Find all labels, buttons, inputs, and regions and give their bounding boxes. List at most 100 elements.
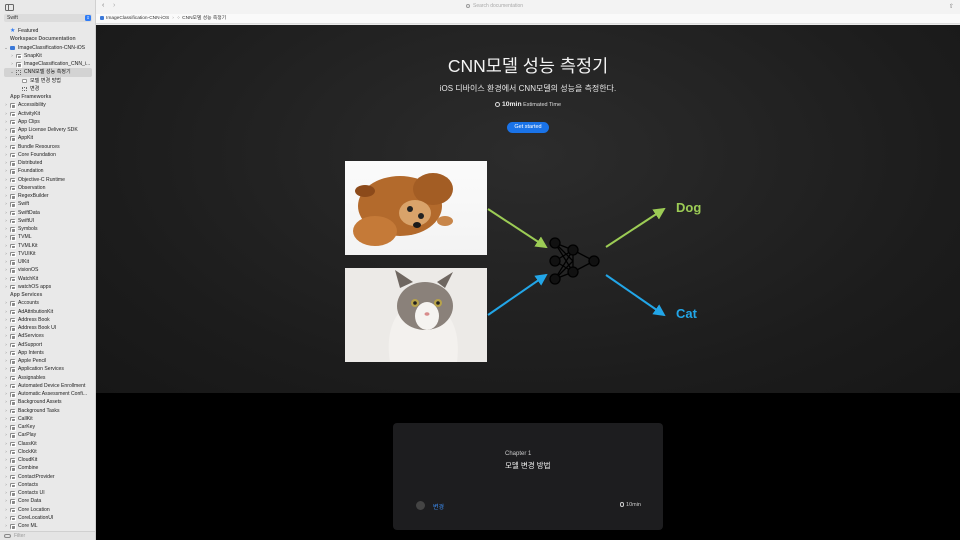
sidebar-toggle-icon[interactable] (5, 4, 14, 11)
chevron-right-icon[interactable]: › (4, 242, 8, 250)
sidebar-item-workspace[interactable]: ⌄ ImageClassification-CNN-iOS (0, 44, 95, 52)
chevron-right-icon[interactable]: › (4, 217, 8, 225)
chevron-right-icon[interactable]: › (4, 390, 8, 398)
sidebar-item-framework[interactable]: › TVMLKit (0, 242, 95, 250)
chevron-right-icon[interactable]: › (4, 398, 8, 406)
chevron-down-icon[interactable]: ⌄ (10, 68, 14, 76)
chevron-right-icon[interactable]: › (4, 382, 8, 390)
sidebar-item-service[interactable]: › Address Book (0, 316, 95, 324)
sidebar-item-service[interactable]: › Automated Device Enrollment (0, 382, 95, 390)
chevron-right-icon[interactable]: › (4, 506, 8, 514)
sidebar-item-workspace[interactable]: ⌄ CNN모델 성능 측정기 (4, 68, 92, 77)
chevron-right-icon[interactable]: › (4, 110, 8, 118)
breadcrumb-page[interactable]: CNN모델 성능 측정기 (182, 16, 226, 21)
chevron-right-icon[interactable]: › (4, 126, 8, 134)
sidebar-item-service[interactable]: › App Intents (0, 349, 95, 357)
chevron-right-icon[interactable]: › (4, 308, 8, 316)
chevron-right-icon[interactable]: › (4, 316, 8, 324)
chevron-right-icon[interactable]: › (4, 233, 8, 241)
chevron-right-icon[interactable]: › (4, 522, 8, 530)
sidebar-item-framework[interactable]: › TVUIKit (0, 250, 95, 258)
sidebar-item-service[interactable]: › CloudKit (0, 456, 95, 464)
sidebar-item-framework[interactable]: › Foundation (0, 167, 95, 175)
chapter-card[interactable]: Chapter 1 모델 변경 방법 변경 10min (393, 423, 663, 530)
sidebar-item-framework[interactable]: › AppKit (0, 134, 95, 142)
chevron-right-icon[interactable]: › (4, 341, 8, 349)
chevron-right-icon[interactable]: › (10, 52, 14, 60)
sidebar-item-service[interactable]: › Background Tasks (0, 407, 95, 415)
sidebar-item-service[interactable]: › ClassKit (0, 440, 95, 448)
chevron-right-icon[interactable]: › (4, 473, 8, 481)
chevron-right-icon[interactable]: › (4, 118, 8, 126)
chevron-right-icon[interactable]: › (4, 167, 8, 175)
sidebar-item-framework[interactable]: › WatchKit (0, 275, 95, 283)
chevron-right-icon[interactable]: › (4, 481, 8, 489)
sidebar-item-workspace[interactable]: 모델 변경 방법 (0, 77, 95, 85)
chevron-right-icon[interactable]: › (4, 440, 8, 448)
sidebar-item-service[interactable]: › Contacts UI (0, 489, 95, 497)
sidebar-item-framework[interactable]: › Swift (0, 200, 95, 208)
chevron-right-icon[interactable]: › (4, 448, 8, 456)
chevron-right-icon[interactable]: › (4, 266, 8, 274)
chevron-right-icon[interactable]: › (4, 299, 8, 307)
chevron-right-icon[interactable]: › (4, 258, 8, 266)
sidebar-item-service[interactable]: › Address Book UI (0, 324, 95, 332)
sidebar-item-workspace[interactable]: 변경 (0, 85, 95, 93)
sidebar-item-service[interactable]: › CallKit (0, 415, 95, 423)
chevron-right-icon[interactable]: › (4, 250, 8, 258)
sidebar-item-framework[interactable]: › App Clips (0, 118, 95, 126)
chevron-right-icon[interactable]: › (4, 464, 8, 472)
forward-button[interactable]: › (113, 2, 115, 9)
chevron-right-icon[interactable]: › (4, 324, 8, 332)
chevron-right-icon[interactable]: › (4, 192, 8, 200)
sidebar-item-service[interactable]: › AdAttributionKit (0, 308, 95, 316)
sidebar-item-service[interactable]: › AdSupport (0, 341, 95, 349)
sidebar-item-framework[interactable]: › ActivityKit (0, 110, 95, 118)
chevron-updown-icon[interactable]: ⇕ (85, 15, 91, 21)
sidebar-item-service[interactable]: › Background Assets (0, 398, 95, 406)
chevron-right-icon[interactable]: › (4, 497, 8, 505)
chevron-right-icon[interactable]: › (4, 209, 8, 217)
sidebar-item-service[interactable]: › Contacts (0, 481, 95, 489)
sidebar-item-framework[interactable]: › Core Foundation (0, 151, 95, 159)
sidebar-item-service[interactable]: › Application Services (0, 365, 95, 373)
share-icon[interactable]: ⇧ (949, 3, 954, 10)
back-button[interactable]: ‹ (102, 2, 104, 9)
chevron-right-icon[interactable]: › (10, 60, 14, 68)
chapter-title[interactable]: 모델 변경 방법 (505, 460, 551, 471)
chevron-right-icon[interactable]: › (4, 407, 8, 415)
sidebar-item-framework[interactable]: › Accessibility (0, 101, 95, 109)
sidebar-item-service[interactable]: › Combine (0, 464, 95, 472)
sidebar-item-service[interactable]: › CarKey (0, 423, 95, 431)
sidebar-item-framework[interactable]: › Observation (0, 184, 95, 192)
chevron-right-icon[interactable]: › (4, 489, 8, 497)
sidebar-item-service[interactable]: › Core ML (0, 522, 95, 530)
sidebar-item-framework[interactable]: › Bundle Resources (0, 143, 95, 151)
sidebar-item-framework[interactable]: › App License Delivery SDK (0, 126, 95, 134)
chevron-right-icon[interactable]: › (4, 456, 8, 464)
chevron-right-icon[interactable]: › (4, 365, 8, 373)
chevron-right-icon[interactable]: › (4, 283, 8, 291)
chevron-right-icon[interactable]: › (4, 143, 8, 151)
chevron-right-icon[interactable]: › (4, 101, 8, 109)
chevron-right-icon[interactable]: › (4, 225, 8, 233)
sidebar-item-service[interactable]: › CarPlay (0, 431, 95, 439)
sidebar-item-featured[interactable]: ★ Featured (0, 27, 95, 35)
chevron-right-icon[interactable]: › (4, 134, 8, 142)
chevron-right-icon[interactable]: › (4, 357, 8, 365)
chevron-right-icon[interactable]: › (4, 431, 8, 439)
sidebar-item-service[interactable]: › Automatic Assessment Confi... (0, 390, 95, 398)
filter-bar[interactable]: Filter (0, 531, 95, 540)
sidebar-item-framework[interactable]: › watchOS apps (0, 283, 95, 291)
sidebar-item-service[interactable]: › Assignables (0, 374, 95, 382)
sidebar-item-service[interactable]: › AdServices (0, 332, 95, 340)
sidebar-item-service[interactable]: › Core Location (0, 506, 95, 514)
chapter-tutorial-link[interactable]: 변경 (433, 502, 444, 511)
sidebar-item-framework[interactable]: › Objective-C Runtime (0, 176, 95, 184)
filter-input[interactable]: Filter (14, 533, 25, 539)
chevron-right-icon[interactable]: › (4, 184, 8, 192)
sidebar-item-framework[interactable]: › RegexBuilder (0, 192, 95, 200)
sidebar-item-service[interactable]: › ContactProvider (0, 473, 95, 481)
chevron-right-icon[interactable]: › (4, 349, 8, 357)
sidebar-item-service[interactable]: › Apple Pencil (0, 357, 95, 365)
